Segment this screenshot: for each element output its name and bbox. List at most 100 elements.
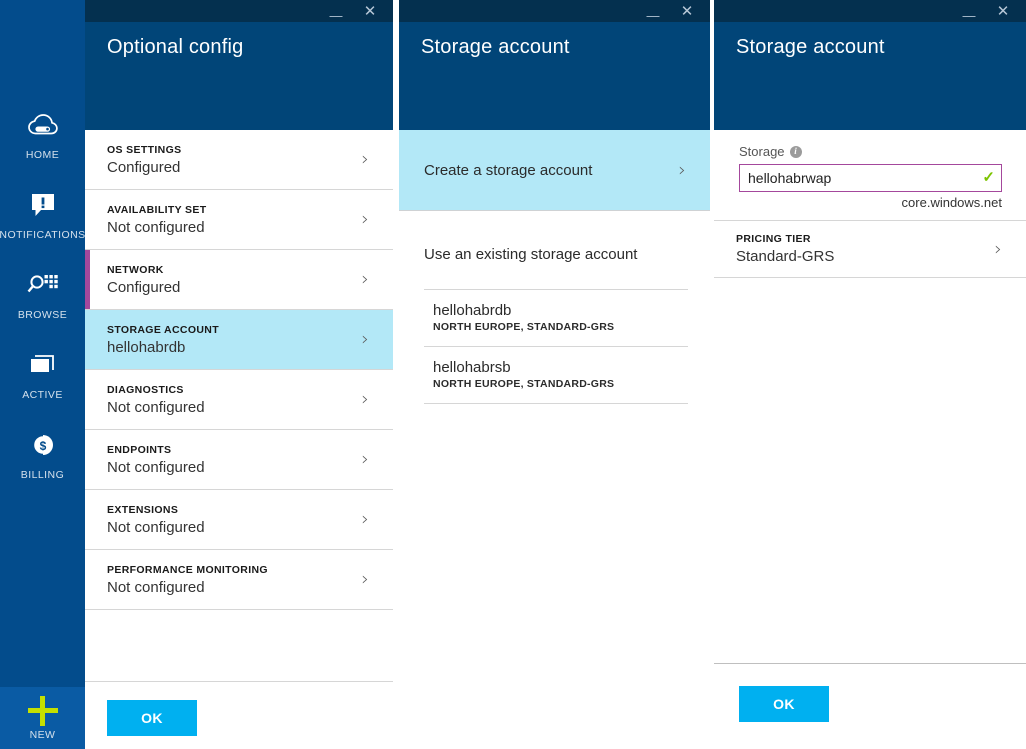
page-title: Optional config xyxy=(107,36,244,58)
sidebar-item-label: NOTIFICATIONS xyxy=(0,229,86,241)
existing-accounts-list: hellohabrdb NORTH EUROPE, STANDARD-GRS h… xyxy=(399,289,710,404)
storage-field-label: Storage xyxy=(739,144,785,159)
page-title: Storage account xyxy=(736,36,885,58)
config-row-caption: DIAGNOSTICS xyxy=(107,383,184,396)
storage-name-field-group: Storage i ✓ core.windows.net xyxy=(714,130,1026,221)
chevron-right-icon: › xyxy=(361,508,369,530)
storage-name-input[interactable] xyxy=(739,164,1002,192)
config-row-storage-account[interactable]: STORAGE ACCOUNT hellohabrdb › xyxy=(85,310,393,370)
config-row-performance-monitoring[interactable]: PERFORMANCE MONITORING Not configured › xyxy=(85,550,393,610)
azure-portal-screen: HOME NOTIFICATIONS BROWSE ACTIVE $ BILLI… xyxy=(0,0,1026,749)
config-row-value: Not configured xyxy=(107,218,205,236)
config-row-value: Configured xyxy=(107,158,181,176)
config-row-caption: PERFORMANCE MONITORING xyxy=(107,563,268,576)
info-icon[interactable]: i xyxy=(789,145,802,158)
sidebar-nav-list: HOME NOTIFICATIONS BROWSE ACTIVE $ BILLI… xyxy=(0,108,85,508)
config-row-diagnostics[interactable]: DIAGNOSTICS Not configured › xyxy=(85,370,393,430)
sidebar-item-label: ACTIVE xyxy=(22,389,63,401)
ok-button[interactable]: OK xyxy=(739,686,829,722)
blade-header: Storage account xyxy=(399,22,710,130)
config-row-network[interactable]: NETWORK Configured › xyxy=(85,250,393,310)
config-row-caption: OS SETTINGS xyxy=(107,143,182,156)
plus-icon xyxy=(27,695,58,726)
cloud-icon xyxy=(26,108,60,142)
ok-button[interactable]: OK xyxy=(107,700,197,736)
close-icon[interactable]: ✕ xyxy=(986,0,1020,22)
checkmark-icon: ✓ xyxy=(982,169,995,186)
config-row-value: Not configured xyxy=(107,458,205,476)
sidebar-item-label: BILLING xyxy=(20,469,65,481)
svg-text:$: $ xyxy=(39,439,46,453)
blade-spacer xyxy=(85,610,393,682)
sidebar-item-billing[interactable]: $ BILLING xyxy=(0,428,85,508)
blade-titlebar: — ✕ xyxy=(85,0,393,22)
magnifier-grid-icon xyxy=(27,268,59,302)
list-item[interactable]: hellohabrsb NORTH EUROPE, STANDARD-GRS xyxy=(424,346,688,404)
blade-storage-account-create: — ✕ Storage account Storage i ✓ core.win… xyxy=(712,0,1026,749)
sidebar-item-active[interactable]: ACTIVE xyxy=(0,348,85,428)
config-row-availability-set[interactable]: AVAILABILITY SET Not configured › xyxy=(85,190,393,250)
storage-account-meta: NORTH EUROPE, STANDARD-GRS xyxy=(433,378,615,390)
minimize-icon[interactable]: — xyxy=(636,0,670,22)
config-row-caption: NETWORK xyxy=(107,263,164,276)
sidebar-item-label: HOME xyxy=(25,149,60,161)
existing-accounts-heading: Use an existing storage account xyxy=(424,246,638,263)
storage-account-meta: NORTH EUROPE, STANDARD-GRS xyxy=(433,321,615,333)
chevron-right-icon: › xyxy=(994,237,1002,260)
chevron-right-icon: › xyxy=(361,568,369,590)
config-row-value: Standard-GRS xyxy=(736,248,835,265)
storage-account-name: hellohabrsb xyxy=(433,359,511,376)
close-icon[interactable]: ✕ xyxy=(670,0,704,22)
new-button-label: NEW xyxy=(29,728,56,741)
blade-titlebar: — ✕ xyxy=(714,0,1026,22)
config-row-endpoints[interactable]: ENDPOINTS Not configured › xyxy=(85,430,393,490)
sidebar-item-browse[interactable]: BROWSE xyxy=(0,268,85,348)
config-row-caption: STORAGE ACCOUNT xyxy=(107,323,220,336)
dollar-circle-icon: $ xyxy=(29,428,57,462)
config-row-value: Not configured xyxy=(107,398,205,416)
storage-domain-suffix: core.windows.net xyxy=(901,195,1002,210)
config-row-caption: EXTENSIONS xyxy=(107,503,179,516)
blade-body: Storage i ✓ core.windows.net PRICING TIE… xyxy=(714,130,1026,749)
sidebar-item-home[interactable]: HOME xyxy=(0,108,85,188)
config-row-caption: PRICING TIER xyxy=(736,233,811,245)
chevron-right-icon: › xyxy=(361,268,369,290)
minimize-icon[interactable]: — xyxy=(319,0,353,22)
config-row-os-settings[interactable]: OS SETTINGS Configured › xyxy=(85,130,393,190)
create-storage-account-row[interactable]: Create a storage account › xyxy=(399,130,710,211)
sidebar-item-label: BROWSE xyxy=(17,309,68,321)
config-row-value: Configured xyxy=(107,278,181,296)
list-item[interactable]: hellohabrdb NORTH EUROPE, STANDARD-GRS xyxy=(424,289,688,346)
chevron-right-icon: › xyxy=(361,148,369,170)
storage-account-name: hellohabrdb xyxy=(433,302,512,319)
windows-stack-icon xyxy=(28,348,58,382)
config-row-value: Not configured xyxy=(107,518,205,536)
config-row-value: Not configured xyxy=(107,578,205,596)
speech-bubble-alert-icon xyxy=(29,188,57,222)
blade-footer: OK xyxy=(714,663,1026,749)
page-title: Storage account xyxy=(421,36,570,58)
new-resource-button[interactable]: NEW xyxy=(0,687,85,749)
config-row-extensions[interactable]: EXTENSIONS Not configured › xyxy=(85,490,393,550)
blade-body: Create a storage account › Use an existi… xyxy=(399,130,710,749)
chevron-right-icon: › xyxy=(361,448,369,470)
storage-field-label-row: Storage i xyxy=(739,144,1002,159)
blade-titlebar: — ✕ xyxy=(399,0,710,22)
blade-body: OS SETTINGS Configured › AVAILABILITY SE… xyxy=(85,130,393,749)
blade-header: Optional config xyxy=(85,22,393,130)
config-row-pricing-tier[interactable]: PRICING TIER Standard-GRS › xyxy=(714,221,1026,278)
create-storage-account-label: Create a storage account xyxy=(424,161,593,179)
blade-optional-config: — ✕ Optional config OS SETTINGS Configur… xyxy=(85,0,396,749)
chevron-right-icon: › xyxy=(361,328,369,350)
chevron-right-icon: › xyxy=(361,208,369,230)
sidebar-item-notifications[interactable]: NOTIFICATIONS xyxy=(0,188,85,268)
blade-storage-account-list: — ✕ Storage account Create a storage acc… xyxy=(399,0,710,749)
storage-name-input-wrap: ✓ xyxy=(739,164,1002,192)
minimize-icon[interactable]: — xyxy=(952,0,986,22)
blade-footer: OK xyxy=(85,682,393,736)
config-row-value: hellohabrdb xyxy=(107,338,186,356)
left-navigation-sidebar: HOME NOTIFICATIONS BROWSE ACTIVE $ BILLI… xyxy=(0,0,85,749)
close-icon[interactable]: ✕ xyxy=(353,0,387,22)
config-row-caption: ENDPOINTS xyxy=(107,443,172,456)
chevron-right-icon: › xyxy=(361,388,369,410)
